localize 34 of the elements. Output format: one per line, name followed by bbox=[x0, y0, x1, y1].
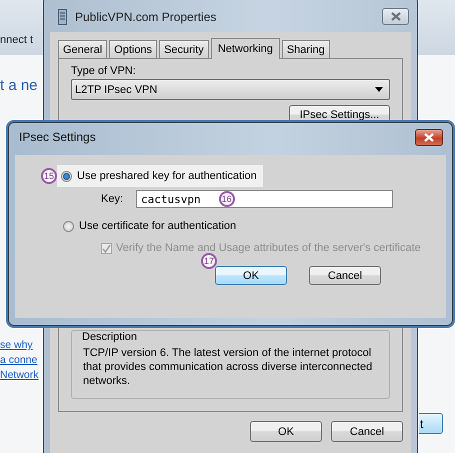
tab[interactable]: General bbox=[58, 40, 108, 58]
dialog-button[interactable]: OK bbox=[215, 266, 287, 285]
tab[interactable]: Networking bbox=[210, 38, 280, 59]
step-badge: 16 bbox=[218, 191, 235, 207]
field-label: Type of VPN: bbox=[71, 65, 137, 77]
close-icon bbox=[390, 12, 401, 21]
tab[interactable]: Security bbox=[159, 40, 209, 58]
tab[interactable]: Options bbox=[109, 40, 158, 58]
key-label: Key: bbox=[101, 193, 124, 205]
tab[interactable]: Sharing bbox=[282, 40, 330, 58]
close-button[interactable] bbox=[415, 128, 443, 146]
window-title: PublicVPN.com Properties bbox=[75, 10, 218, 24]
dialog-button[interactable]: OK bbox=[250, 421, 322, 442]
dialog-title: IPsec Settings bbox=[19, 130, 96, 144]
help-link[interactable]: a conne bbox=[0, 353, 38, 367]
heading-text: nnect t bbox=[0, 34, 34, 48]
help-link[interactable]: se why bbox=[0, 338, 33, 352]
step-badge: 15 bbox=[41, 168, 57, 184]
radio-option[interactable]: Use preshared key for authentication bbox=[57, 165, 263, 187]
radio-option[interactable]: Use certificate for authentication bbox=[59, 215, 242, 237]
description-text: TCP/IP version 6. The latest version of the internet protocol that provides communication across diverse interconnected networks. bbox=[83, 346, 374, 388]
dropdown-arrow-icon bbox=[375, 87, 383, 92]
help-link[interactable]: Network bbox=[0, 368, 39, 382]
checkmark-icon bbox=[102, 244, 111, 252]
close-icon bbox=[424, 132, 434, 142]
step-badge: 17 bbox=[201, 253, 217, 269]
server-icon bbox=[58, 8, 67, 24]
key-field[interactable]: cactusvpn 16 bbox=[136, 190, 394, 208]
group-legend: Description bbox=[80, 331, 140, 343]
dialog-button[interactable]: Cancel bbox=[331, 421, 403, 442]
vpn-type-dropdown[interactable]: L2TP IPsec VPN bbox=[71, 79, 390, 100]
page-title: t a ne bbox=[0, 77, 38, 94]
connect-button[interactable]: t bbox=[419, 413, 443, 434]
dialog-button[interactable]: Cancel bbox=[309, 266, 381, 285]
